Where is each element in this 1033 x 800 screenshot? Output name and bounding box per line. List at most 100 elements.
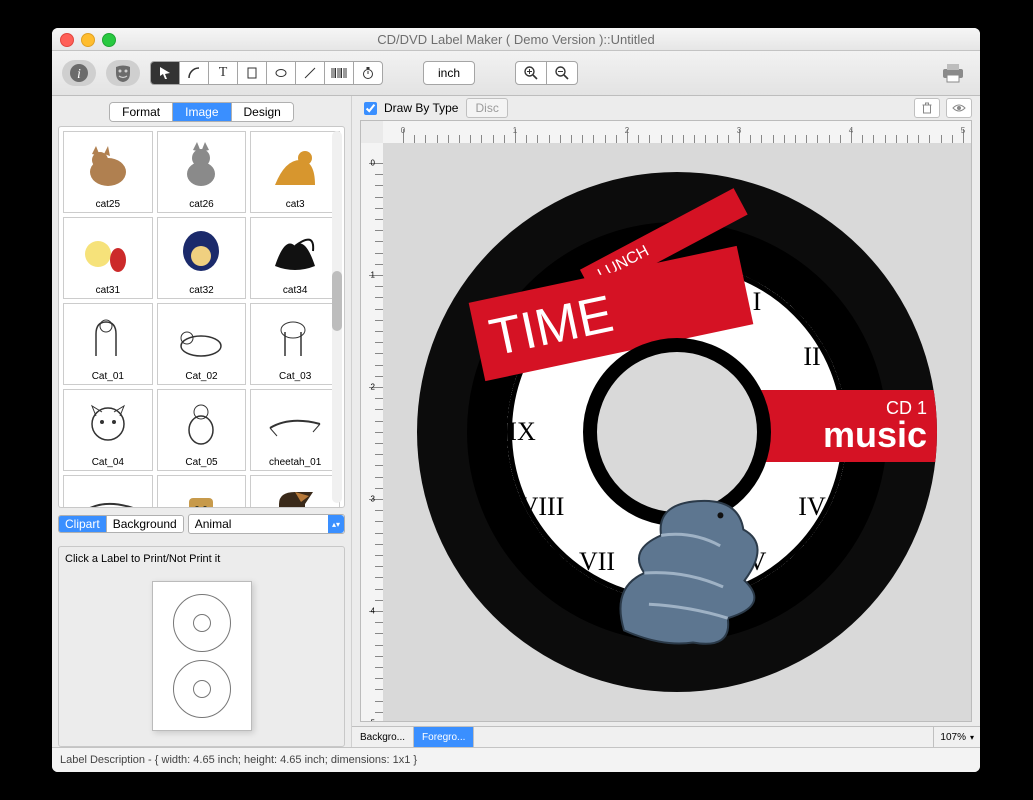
clip-item[interactable]: cheetah_02 [63,475,153,508]
clip-thumbnail [158,476,246,508]
text-icon: T [219,65,228,81]
clip-thumbnail [251,390,339,456]
visibility-button[interactable] [946,98,972,118]
barcode-tool[interactable] [325,62,354,84]
chevron-updown-icon: ▴▾ [328,515,344,533]
stage-bottom-bar: Backgro... Foregro... 107% ▾ [352,726,980,747]
clip-thumbnail [251,132,339,198]
category-select[interactable]: Animal ▴▾ [188,514,345,534]
clip-item[interactable]: cat3 [250,131,340,213]
clip-label: Cat_05 [185,456,217,470]
clip-label: Cat_04 [92,456,124,470]
clip-label: cat26 [189,198,213,212]
window-controls [60,33,116,47]
rectangle-tool[interactable] [238,62,267,84]
mask-button[interactable] [106,60,140,86]
stage[interactable]: XII I II III IV V VI VII VIII IX X XI LU [383,143,971,721]
label-sheet-preview[interactable] [152,581,252,731]
clip-item[interactable]: cat26 [157,131,247,213]
clip-item[interactable]: cheetah_01 [250,389,340,471]
clip-thumbnail [158,218,246,284]
window-title: CD/DVD Label Maker ( Demo Version )::Unt… [377,32,654,47]
clip-thumbnail [251,304,339,370]
clip-thumbnail [251,218,339,284]
label-slot-2[interactable] [173,660,231,718]
status-bar: Label Description - { width: 4.65 inch; … [52,747,980,772]
clip-item[interactable]: cougar [157,475,247,508]
clipart-scrollbar[interactable] [332,131,342,503]
clip-label: Cat_03 [279,370,311,384]
eye-icon [952,102,966,114]
clipart-gator[interactable] [583,456,811,668]
app-window: CD/DVD Label Maker ( Demo Version )::Unt… [52,28,980,772]
line-tool[interactable] [296,62,325,84]
ellipse-tool[interactable] [267,62,296,84]
clip-item[interactable]: Cat_01 [63,303,153,385]
stopwatch-tool[interactable] [354,62,382,84]
print-button[interactable] [936,59,970,87]
disc-label[interactable]: XII I II III IV V VI VII VIII IX X XI LU [417,172,937,692]
clip-item[interactable]: cat32 [157,217,247,299]
clip-label: cat32 [189,284,213,298]
ruler-horizontal: 012345 [383,121,971,144]
clip-item[interactable]: doberman [250,475,340,508]
subtab-background[interactable]: Background [107,516,183,532]
clip-label: cat31 [96,284,120,298]
clip-item[interactable]: Cat_05 [157,389,247,471]
tab-format[interactable]: Format [110,103,173,121]
tab-image[interactable]: Image [173,103,231,121]
main-toolbar: i T [52,51,980,96]
category-value: Animal [195,517,232,531]
clipart-list[interactable]: cat25 cat26 cat3 cat31 cat32 cat34 Cat_01 Cat_0… [58,126,345,508]
clip-item[interactable]: Cat_02 [157,303,247,385]
pointer-tool[interactable] [151,62,180,84]
disc-type-chip[interactable]: Disc [466,98,507,118]
clip-item[interactable]: cat31 [63,217,153,299]
minimize-window-button[interactable] [81,33,95,47]
text-tool[interactable]: T [209,62,238,84]
zoom-in-button[interactable] [516,62,547,84]
subtab-clipart[interactable]: Clipart [59,516,107,532]
label-slot-1[interactable] [173,594,231,652]
tab-design[interactable]: Design [232,103,293,121]
clip-item[interactable]: Cat_03 [250,303,340,385]
clip-thumbnail [251,476,339,508]
trash-button[interactable] [914,98,940,118]
layer-tab-background[interactable]: Backgro... [352,727,414,747]
canvas-area: 012345 012345 XII I II III IV V VI VI [360,120,972,722]
content-area: Format Image Design cat25cat26cat3cat31c… [52,96,980,747]
draw-by-type-checkbox[interactable] [364,102,377,115]
barcode-icon [331,66,347,80]
zoom-group [515,61,578,85]
zoom-out-button[interactable] [547,62,577,84]
clip-item[interactable]: Cat_04 [63,389,153,471]
print-selection-header: Click a Label to Print/Not Print it [65,553,338,567]
info-icon: i [69,63,89,83]
line-icon [303,66,317,80]
left-panel: Format Image Design cat25cat26cat3cat31c… [52,96,352,747]
clip-label: cat34 [283,284,307,298]
right-panel: Draw By Type Disc 012345 012345 [352,96,980,747]
shape-tool-group: T [150,61,383,85]
info-button[interactable]: i [62,60,96,86]
zoom-readout[interactable]: 107% ▾ [933,727,980,747]
clip-thumbnail [64,304,152,370]
zoom-window-button[interactable] [102,33,116,47]
clip-item[interactable]: cat25 [63,131,153,213]
status-text: Label Description - { width: 4.65 inch; … [60,754,417,766]
clip-thumbnail [158,132,246,198]
canvas-toolbar: Draw By Type Disc [352,96,980,120]
unit-button[interactable]: inch [423,61,475,85]
zoom-in-icon [523,65,539,81]
chevron-down-icon: ▾ [970,733,974,742]
close-window-button[interactable] [60,33,74,47]
rectangle-icon [245,66,259,80]
clip-label: Cat_01 [92,370,124,384]
layer-tab-foreground[interactable]: Foregro... [414,727,474,747]
clip-item[interactable]: cat34 [250,217,340,299]
arc-tool[interactable] [180,62,209,84]
ruler-origin [361,121,384,144]
mask-icon [113,63,133,83]
clip-label: cat3 [286,198,305,212]
trash-icon [921,102,933,114]
